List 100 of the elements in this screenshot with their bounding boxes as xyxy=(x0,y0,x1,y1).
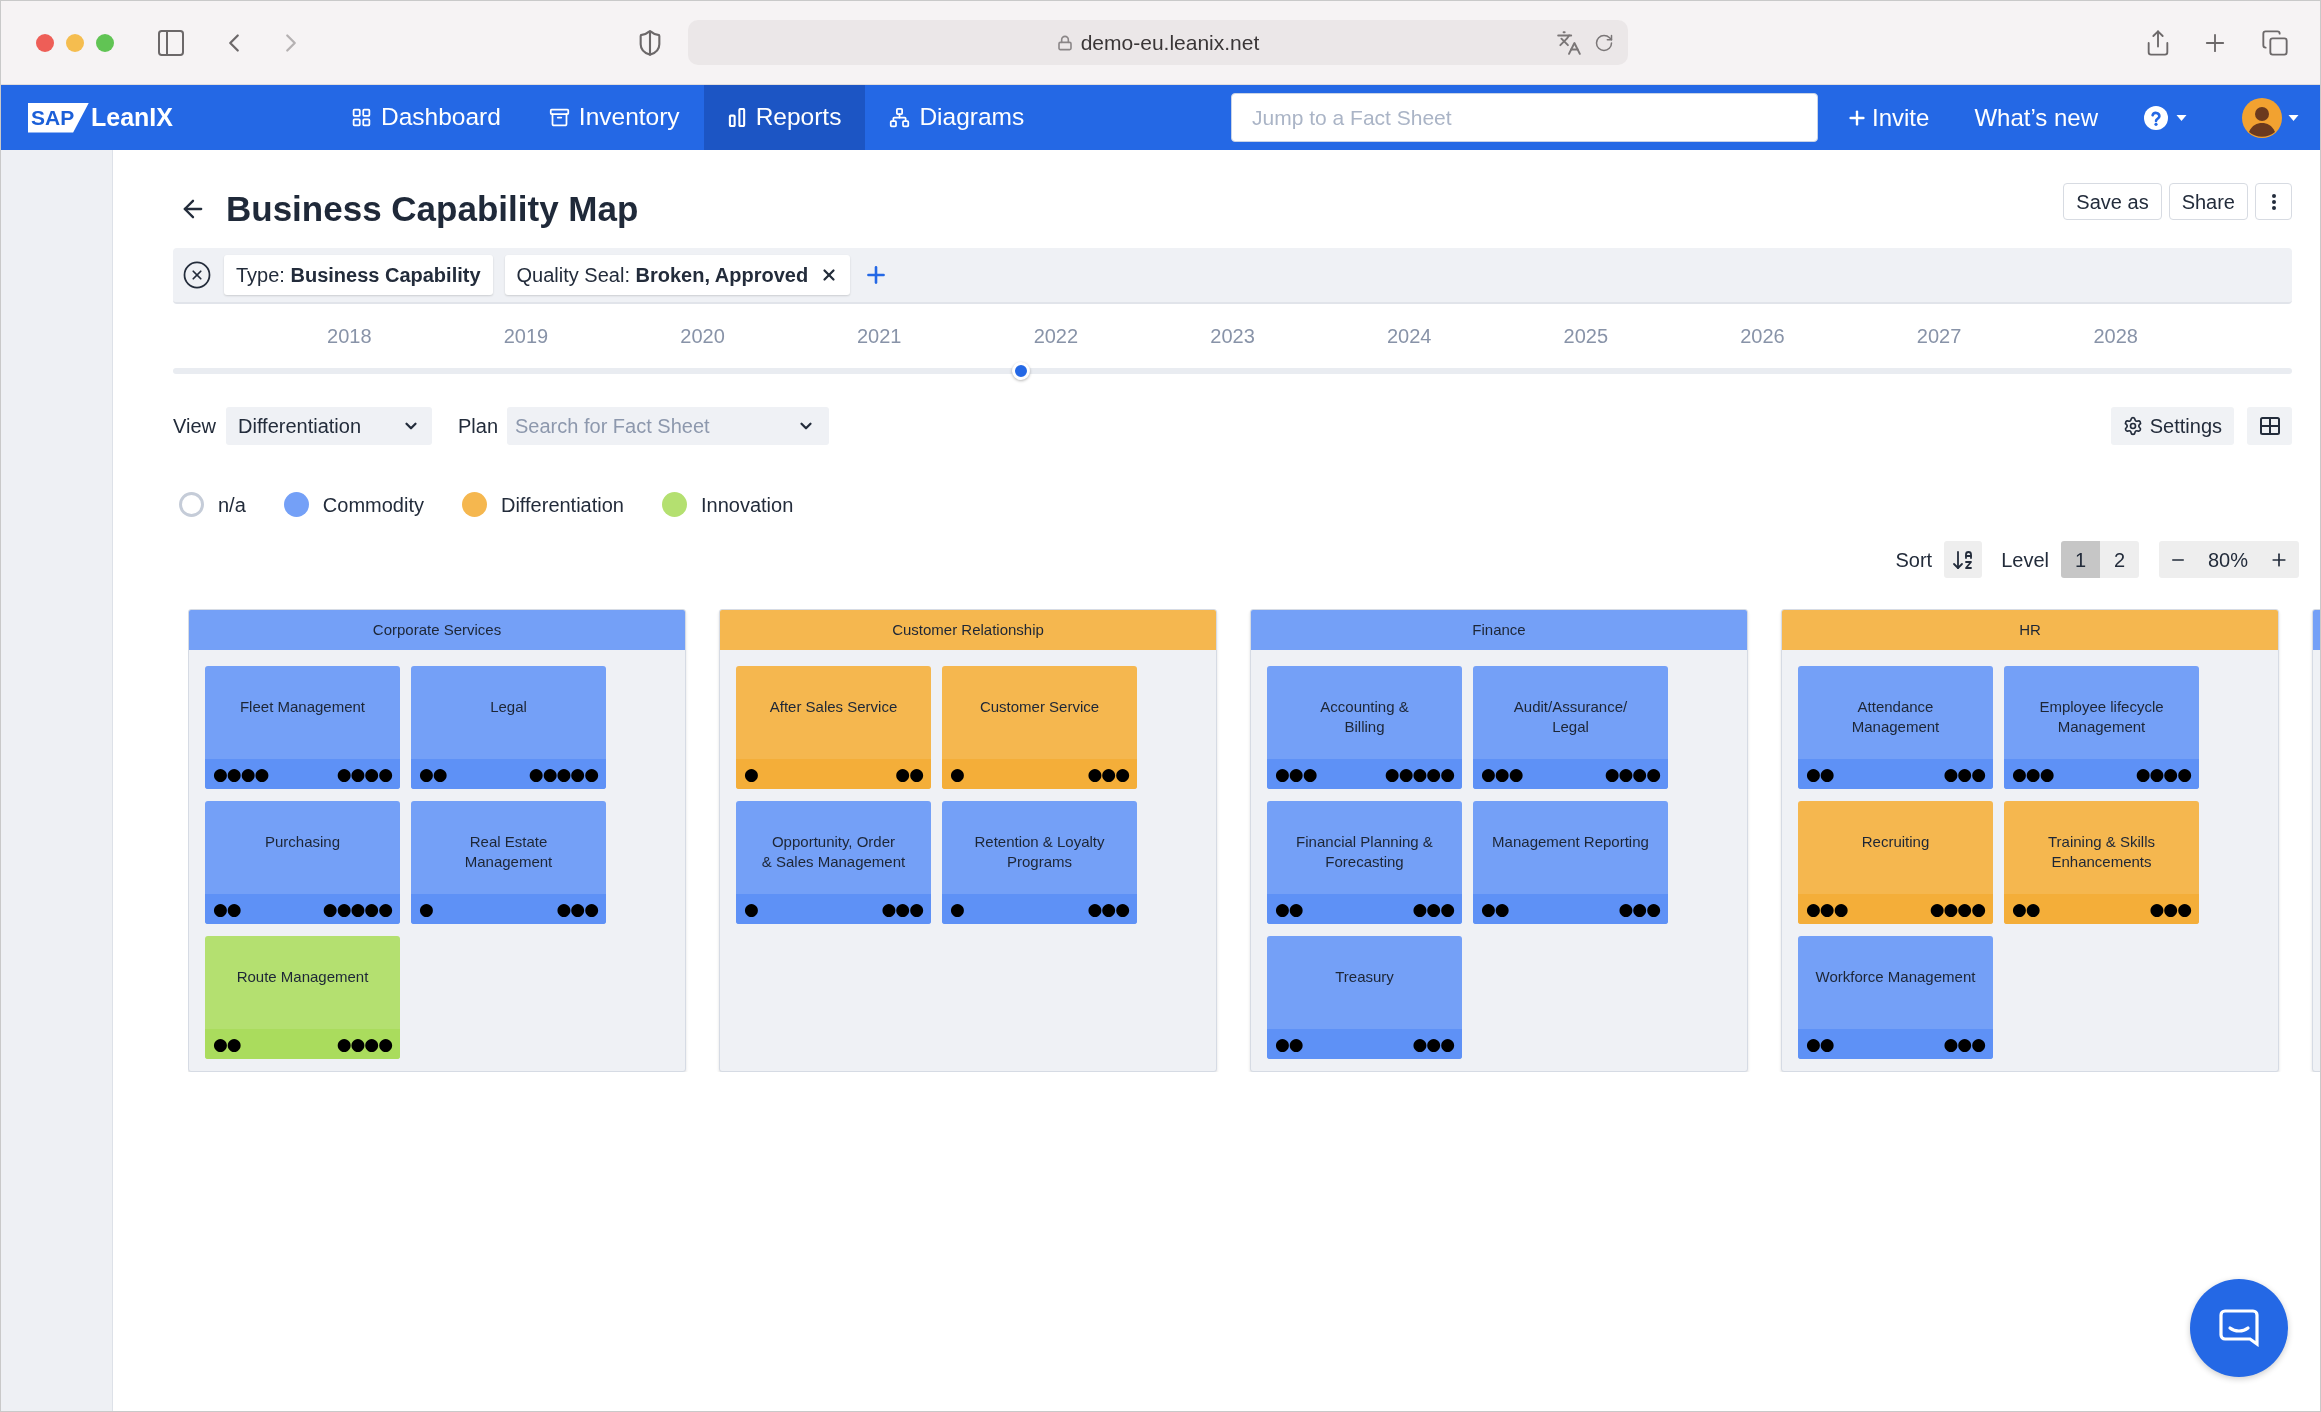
indicator-marks: ●●●● xyxy=(2135,765,2191,783)
capability-card[interactable]: Audit/Assurance/ Legal ●●● ●●●● xyxy=(1473,666,1668,789)
year-label: 2021 xyxy=(857,324,902,349)
avatar-icon xyxy=(2242,97,2282,138)
toolbar-button[interactable]: Share xyxy=(2168,183,2248,220)
indicator-marks: ●● xyxy=(1481,900,1509,918)
indicator-marks: ●●●●● xyxy=(322,900,392,918)
capability-card[interactable]: Management Reporting ●● ●●● xyxy=(1473,801,1668,924)
year-label: 2026 xyxy=(1740,324,1785,349)
plan-search-field[interactable]: Search for Fact Sheet xyxy=(507,407,830,445)
indicator-marks: ●● xyxy=(2012,900,2040,918)
plan-label: Plan xyxy=(458,414,499,439)
group-title: Finance xyxy=(1472,619,1526,640)
reload-icon[interactable] xyxy=(1594,32,1614,53)
indicator-marks: ●●●● xyxy=(1604,765,1660,783)
capability-card[interactable]: Customer Service ● ●●● xyxy=(942,666,1137,789)
table-view-button[interactable] xyxy=(2247,407,2292,445)
capability-card[interactable]: Fleet Management ●●●● ●●●● xyxy=(205,666,400,789)
nav-tab[interactable]: Inventory xyxy=(524,85,704,150)
indicator-marks: ●● xyxy=(1806,765,1834,783)
translate-icon[interactable] xyxy=(1556,29,1582,56)
level-label: Level xyxy=(2001,547,2049,573)
nav-tab[interactable]: Diagrams xyxy=(865,85,1049,150)
legend-label: n/a xyxy=(218,492,246,518)
url-text: demo-eu.leanix.net xyxy=(1080,29,1260,56)
capability-card[interactable]: Financial Planning & Forecasting ●● ●●● xyxy=(1267,801,1462,924)
settings-button[interactable]: Settings xyxy=(2110,407,2234,445)
more-options-button[interactable] xyxy=(2255,183,2292,220)
level-option[interactable]: 1 xyxy=(2061,541,2100,578)
capability-card[interactable]: Employee lifecycle Management ●●● ●●●● xyxy=(2004,666,2199,789)
group-title: HR xyxy=(2019,619,2041,640)
indicator-marks: ●●● xyxy=(1412,1035,1454,1053)
lock-icon xyxy=(1056,34,1073,51)
search-field[interactable]: Jump to a Fact Sheet xyxy=(1231,93,1818,142)
sort-label: Sort xyxy=(1895,547,1933,573)
tabs-overview-icon[interactable] xyxy=(2261,28,2289,57)
indicator-marks: ●● xyxy=(1275,900,1303,918)
capability-card[interactable]: Workforce Management ●● ●●● xyxy=(1798,936,1993,1059)
clear-filters-icon[interactable] xyxy=(182,260,212,290)
filter-chip[interactable]: Quality Seal: Broken, Approved xyxy=(504,255,851,295)
capability-card[interactable]: Legal ●● ●●●●● xyxy=(411,666,606,789)
whats-new-link[interactable]: What’s new xyxy=(1974,99,2098,136)
capability-card[interactable]: Attendance Management ●● ●●● xyxy=(1798,666,1993,789)
indicator-marks: ●●● xyxy=(881,900,923,918)
address-bar[interactable]: demo-eu.leanix.net xyxy=(688,20,1628,65)
indicator-marks: ●● xyxy=(213,900,241,918)
indicator-marks: ● xyxy=(744,765,758,783)
capability-card[interactable]: Training & Skills Enhancements ●● ●●● xyxy=(2004,801,2199,924)
indicator-marks: ●● xyxy=(1806,1035,1834,1053)
capability-card[interactable]: Opportunity, Order & Sales Management ● ●●● xyxy=(736,801,931,924)
capability-card[interactable]: Recruiting ●●● ●●●● xyxy=(1798,801,1993,924)
nav-tab[interactable]: Reports xyxy=(703,85,866,150)
archive-box-icon xyxy=(548,107,570,128)
toolbar-button[interactable]: Save as xyxy=(2063,183,2162,220)
chat-icon xyxy=(2219,1309,2259,1347)
product-name: LeanIX xyxy=(91,101,173,133)
year-label: 2019 xyxy=(503,324,549,349)
indicator-marks: ●●● xyxy=(1412,900,1454,918)
year-label: 2027 xyxy=(1916,324,1962,349)
indicator-marks: ●● xyxy=(1275,1035,1303,1053)
indicator-marks: ●●● xyxy=(1806,900,1848,918)
invite-button[interactable]: Invite xyxy=(1846,99,1930,136)
indicator-marks: ●●● xyxy=(1275,765,1317,783)
chat-button[interactable] xyxy=(2190,1279,2288,1377)
help-menu-button[interactable] xyxy=(2144,105,2187,130)
indicator-marks: ●●● xyxy=(1618,900,1660,918)
capability-card[interactable]: Purchasing ●● ●●●●● xyxy=(205,801,400,924)
capability-card[interactable]: Real Estate Management ● ●●● xyxy=(411,801,606,924)
settings-icon xyxy=(2122,416,2143,436)
slider-thumb[interactable] xyxy=(1011,362,1030,380)
capability-card[interactable]: Treasury ●● ●●● xyxy=(1267,936,1462,1059)
capability-card[interactable]: After Sales Service ● ●● xyxy=(736,666,931,789)
year-label: 2023 xyxy=(1210,324,1255,349)
sort-button[interactable] xyxy=(1944,541,1983,578)
view-label: View xyxy=(173,414,216,439)
indicator-marks: ●●● xyxy=(2149,900,2191,918)
indicator-marks: ● xyxy=(744,900,758,918)
view-dropdown[interactable]: Differentiation xyxy=(226,407,432,445)
bar-chart-icon xyxy=(727,108,747,127)
capability-card[interactable]: Retention & Loyalty Programs ● ●●● xyxy=(942,801,1137,924)
filter-chip[interactable]: Type: Business Capability xyxy=(224,255,493,295)
caret-icon xyxy=(2288,114,2299,121)
legend-label: Commodity xyxy=(322,492,424,518)
sap-logo[interactable]: SAP xyxy=(28,102,89,133)
indicator-marks: ●●●● xyxy=(336,765,392,783)
nav-tab[interactable]: Dashboard xyxy=(327,85,525,150)
capability-card[interactable]: Route Management ●● ●●●● xyxy=(205,936,400,1059)
indicator-marks: ●●●● xyxy=(1929,900,1985,918)
year-label: 2022 xyxy=(1033,324,1079,349)
level-option[interactable]: 2 xyxy=(2100,541,2139,578)
capability-card[interactable]: Accounting & Billing ●●● ●●●●● xyxy=(1267,666,1462,789)
account-menu-button[interactable] xyxy=(2242,97,2299,138)
indicator-marks: ●●● xyxy=(1087,765,1129,783)
year-label: 2020 xyxy=(680,324,725,349)
indicator-marks: ●● xyxy=(419,765,447,783)
close-window-icon[interactable] xyxy=(36,33,54,52)
indicator-marks: ●●● xyxy=(2012,765,2054,783)
page-title: Business Capability Map xyxy=(226,191,639,226)
year-label: 2024 xyxy=(1386,324,1432,349)
grid-icon xyxy=(351,107,372,128)
